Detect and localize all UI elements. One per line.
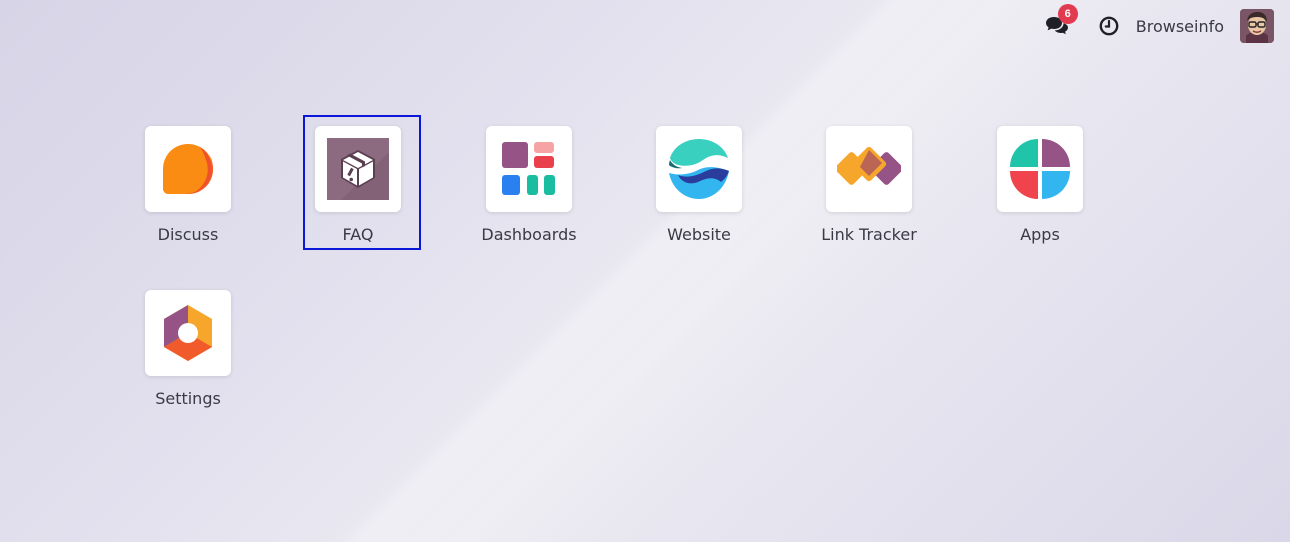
faq-box-icon <box>327 138 389 200</box>
messaging-menu[interactable]: 6 <box>1044 4 1078 39</box>
apps-tile[interactable] <box>997 126 1083 212</box>
app-label: Discuss <box>157 225 219 244</box>
link-tracker-tile[interactable] <box>826 126 912 212</box>
user-name[interactable]: Browseinfo <box>1136 17 1224 36</box>
message-count-badge: 6 <box>1057 4 1078 24</box>
website-icon <box>669 139 729 199</box>
app-website[interactable]: Website <box>639 126 759 244</box>
app-link-tracker[interactable]: Link Tracker <box>809 126 929 244</box>
app-dashboards[interactable]: Dashboards <box>469 126 589 244</box>
clock-icon <box>1099 16 1119 36</box>
app-apps[interactable]: Apps <box>980 126 1100 244</box>
website-tile[interactable] <box>656 126 742 212</box>
app-discuss[interactable]: Discuss <box>128 126 248 244</box>
discuss-tile[interactable] <box>145 126 231 212</box>
app-label: Apps <box>1020 225 1060 244</box>
dashboards-icon <box>502 142 555 195</box>
avatar[interactable] <box>1240 9 1274 43</box>
top-navbar: 6 Browseinfo <box>1044 0 1290 52</box>
background <box>0 0 1290 542</box>
app-label: Settings <box>155 389 221 408</box>
app-label: Dashboards <box>481 225 577 244</box>
app-faq[interactable]: FAQ <box>298 126 418 244</box>
app-label: Link Tracker <box>821 225 917 244</box>
app-settings[interactable]: Settings <box>128 290 248 408</box>
app-label: FAQ <box>342 225 374 244</box>
activity-menu[interactable] <box>1098 15 1120 37</box>
settings-icon <box>164 305 212 361</box>
apps-icon <box>1010 139 1070 199</box>
dashboards-tile[interactable] <box>486 126 572 212</box>
discuss-icon <box>163 144 213 194</box>
faq-tile[interactable] <box>315 126 401 212</box>
link-tracker-icon <box>837 146 901 185</box>
app-label: Website <box>667 225 731 244</box>
settings-tile[interactable] <box>145 290 231 376</box>
